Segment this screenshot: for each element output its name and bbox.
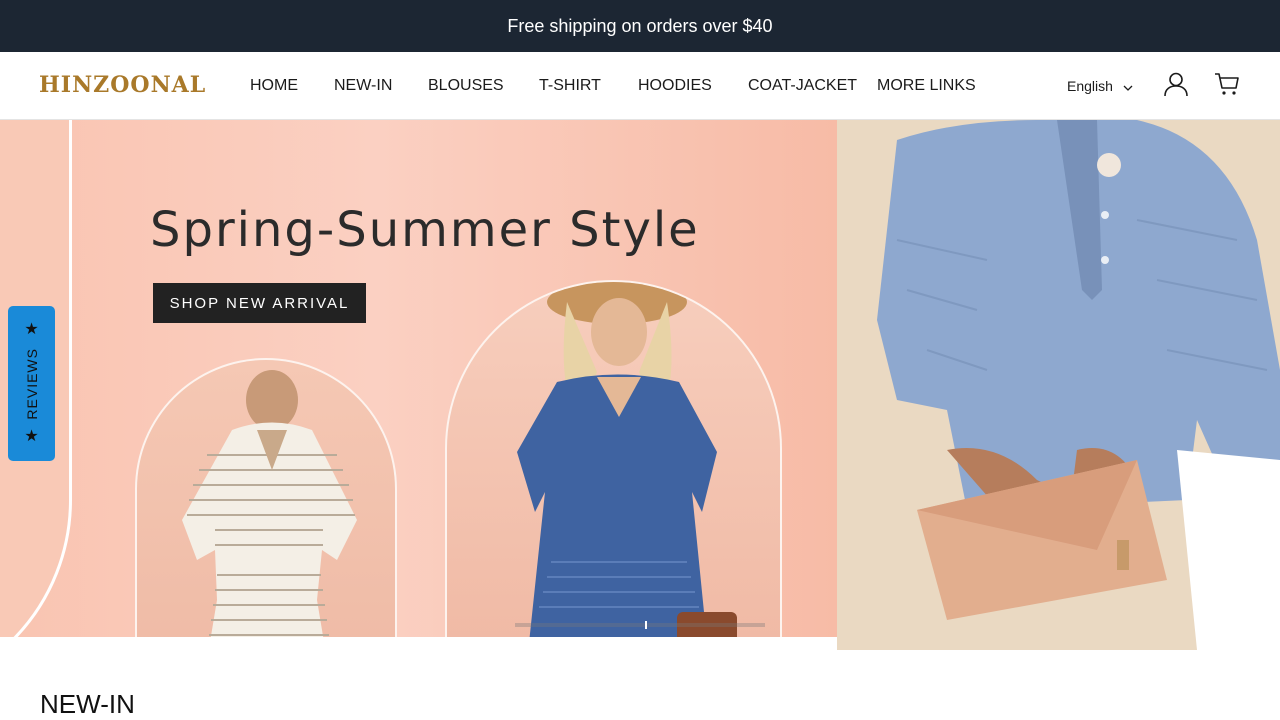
cart-button[interactable] [1213,72,1241,100]
nav-item-coat-jacket[interactable]: COAT-JACKET [748,77,857,95]
model-image-denim-dress [445,280,782,637]
language-selector[interactable]: English [1067,78,1133,94]
site-header: HINZOONAL HOME NEW-IN BLOUSES T-SHIRT HO… [0,52,1280,120]
hero-slide-blue-blouse[interactable] [837,120,1280,650]
reviews-tab[interactable]: ★ REVIEWS ★ [8,306,55,461]
nav-item-blouses[interactable]: BLOUSES [428,77,504,95]
announcement-bar: Free shipping on orders over $40 [0,0,1280,52]
hero-carousel[interactable]: Spring-Summer Style SHOP NEW ARRIVAL [0,120,1280,650]
section-title-new-in: NEW-IN [40,689,135,719]
carousel-progress-indicator [645,621,647,629]
language-label: English [1067,78,1113,94]
hero-slide-spring-summer[interactable]: Spring-Summer Style SHOP NEW ARRIVAL [0,120,837,637]
nav-item-hoodies[interactable]: HOODIES [638,77,712,95]
shop-new-arrival-button[interactable]: SHOP NEW ARRIVAL [153,283,366,323]
model-image-striped-set [135,358,397,637]
brand-logo[interactable]: HINZOONAL [39,72,206,98]
hero-title: Spring-Summer Style [150,202,700,258]
account-button[interactable] [1162,72,1190,100]
reviews-tab-label: REVIEWS [23,347,40,420]
user-icon [1163,71,1189,102]
announcement-text: Free shipping on orders over $40 [507,15,773,36]
nav-item-more-links[interactable]: MORE LINKS [877,77,976,95]
nav-item-home[interactable]: HOME [250,77,298,95]
cart-icon [1214,72,1240,101]
chevron-down-icon [1123,78,1133,94]
star-icon: ★ [24,428,39,446]
nav-item-t-shirt[interactable]: T-SHIRT [539,77,601,95]
star-icon: ★ [24,320,39,338]
nav-item-new-in[interactable]: NEW-IN [334,77,392,95]
carousel-progress[interactable] [515,621,765,629]
